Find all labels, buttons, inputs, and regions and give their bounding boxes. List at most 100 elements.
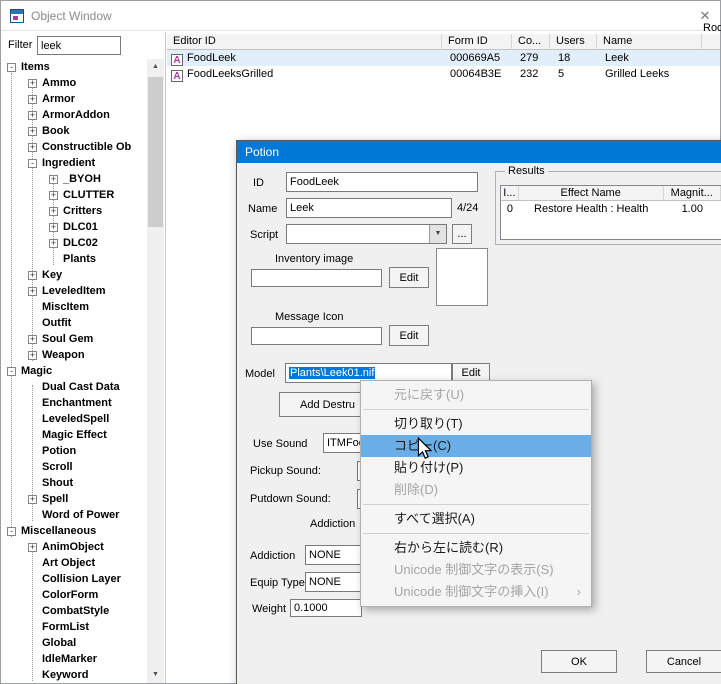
expand-icon[interactable]: + (28, 334, 37, 344)
ok-button[interactable]: OK (541, 650, 617, 673)
tree-item-ingredient[interactable]: - Ingredient (1, 155, 147, 171)
tree-item-word-of-power[interactable]: Word of Power (1, 507, 147, 523)
expand-icon[interactable]: + (28, 126, 37, 136)
tree-item-clutter[interactable]: + CLUTTER (1, 187, 147, 203)
table-row-foodleeksgrilled[interactable]: A FoodLeeksGrilled 00064B3E 232 5 Grilled Lee… (167, 66, 720, 82)
column-header-form-id[interactable]: Form ID (442, 34, 512, 50)
tree-item-items[interactable]: - Items (1, 59, 147, 75)
expand-icon[interactable]: + (49, 190, 58, 200)
expand-icon[interactable]: + (28, 270, 37, 280)
tree-item-book[interactable]: + Book (1, 123, 147, 139)
potion-dialog-titlebar[interactable]: Potion (237, 141, 721, 163)
expand-icon[interactable]: + (28, 542, 37, 552)
tree-item-dlc01[interactable]: + DLC01 (1, 219, 147, 235)
results-column-2[interactable]: Magnit... (664, 186, 721, 200)
message-icon-input[interactable] (251, 327, 382, 345)
tree-item-magic[interactable]: - Magic (1, 363, 147, 379)
tree-item-armoraddon[interactable]: + ArmorAddon (1, 107, 147, 123)
inventory-image-input[interactable] (251, 269, 382, 287)
tree-item-global[interactable]: Global (1, 635, 147, 651)
collapse-icon[interactable]: - (7, 62, 16, 72)
tree-item-soul-gem[interactable]: + Soul Gem (1, 331, 147, 347)
cell-users: 5 (558, 68, 565, 80)
scrollbar-down-icon[interactable]: ▼ (147, 667, 164, 683)
expand-icon[interactable]: + (28, 142, 37, 152)
expand-icon[interactable]: + (49, 206, 58, 216)
menu-item-copy[interactable]: コピー(C) (361, 435, 591, 457)
name-input[interactable] (286, 198, 452, 218)
tree-item-constructible-ob[interactable]: + Constructible Ob (1, 139, 147, 155)
script-dropdown[interactable]: ▼ (286, 224, 447, 244)
message-icon-label: Message Icon (275, 311, 344, 323)
tree-item-shout[interactable]: Shout (1, 475, 147, 491)
column-header-co[interactable]: Co... (512, 34, 550, 50)
tree-item-label: Shout (42, 477, 74, 490)
scrollbar-up-icon[interactable]: ▲ (147, 59, 164, 75)
tree-item-miscellaneous[interactable]: - Miscellaneous (1, 523, 147, 539)
expand-icon[interactable]: + (28, 494, 37, 504)
expand-icon[interactable]: + (28, 94, 37, 104)
tree-item-scroll[interactable]: Scroll (1, 459, 147, 475)
weight-input[interactable] (290, 599, 362, 617)
collapse-icon[interactable]: - (7, 526, 16, 536)
tree-item-potion[interactable]: Potion (1, 443, 147, 459)
chevron-down-icon[interactable]: ▼ (429, 225, 446, 243)
tree-item-miscitem[interactable]: MiscItem (1, 299, 147, 315)
tree-item-armor[interactable]: + Armor (1, 91, 147, 107)
expand-icon[interactable]: + (49, 174, 58, 184)
tree-item-collision-layer[interactable]: Collision Layer (1, 571, 147, 587)
results-column-0[interactable]: I... (501, 186, 519, 200)
tree-item-critters[interactable]: + Critters (1, 203, 147, 219)
inventory-image-edit-button[interactable]: Edit (389, 267, 429, 288)
tree-item-spell[interactable]: + Spell (1, 491, 147, 507)
menu-item-select-all[interactable]: すべて選択(A) (361, 508, 591, 530)
column-header-name[interactable]: Name (597, 34, 702, 50)
menu-item-right-to-left-reading-order[interactable]: 右から左に読む(R) (361, 537, 591, 559)
tree-item-ammo[interactable]: + Ammo (1, 75, 147, 91)
script-browse-button[interactable]: ... (452, 224, 472, 244)
object-window-titlebar[interactable]: Object Window ✕ (1, 1, 720, 31)
id-input[interactable] (286, 172, 478, 192)
expand-icon[interactable]: + (28, 110, 37, 120)
menu-item-paste[interactable]: 貼り付け(P) (361, 457, 591, 479)
results-row[interactable]: 0 Restore Health : Health 1.00 (501, 201, 721, 217)
expand-icon[interactable]: + (28, 350, 37, 360)
tree-item-leveleditem[interactable]: + LeveledItem (1, 283, 147, 299)
message-icon-edit-button[interactable]: Edit (389, 325, 429, 346)
filter-input[interactable] (37, 36, 121, 55)
expand-icon[interactable]: + (49, 238, 58, 248)
collapse-icon[interactable]: - (7, 366, 16, 376)
menu-item-cut[interactable]: 切り取り(T) (361, 413, 591, 435)
column-header-users[interactable]: Users (550, 34, 597, 50)
tree-item-dlc02[interactable]: + DLC02 (1, 235, 147, 251)
column-header-editor-id[interactable]: Editor ID (167, 34, 442, 50)
tree-item-combatstyle[interactable]: CombatStyle (1, 603, 147, 619)
tree-scrollbar[interactable]: ▲ ▼ (147, 59, 164, 683)
tree-item-formlist[interactable]: FormList (1, 619, 147, 635)
tree-item-art-object[interactable]: Art Object (1, 555, 147, 571)
tree-item-leveledspell[interactable]: LeveledSpell (1, 411, 147, 427)
tree-item-plants[interactable]: Plants (1, 251, 147, 267)
tree-item-key[interactable]: + Key (1, 267, 147, 283)
expand-icon[interactable]: + (28, 78, 37, 88)
results-group: Results I... Effect Name Magnit... 0 Restor… (495, 165, 721, 245)
tree-item-byoh[interactable]: + _BYOH (1, 171, 147, 187)
collapse-icon[interactable]: - (28, 158, 37, 168)
tree-item-animobject[interactable]: + AnimObject (1, 539, 147, 555)
tree-item-colorform[interactable]: ColorForm (1, 587, 147, 603)
tree-item-keyword[interactable]: Keyword (1, 667, 147, 683)
expand-icon[interactable]: + (28, 286, 37, 296)
tree-item-magic-effect[interactable]: Magic Effect (1, 427, 147, 443)
table-row-foodleek[interactable]: A FoodLeek 000669A5 279 18 Leek (167, 50, 720, 66)
tree-item-idlemarker[interactable]: IdleMarker (1, 651, 147, 667)
results-list: I... Effect Name Magnit... 0 Restore Health… (500, 185, 721, 240)
cancel-button[interactable]: Cancel (646, 650, 721, 673)
scrollbar-thumb[interactable] (148, 77, 163, 227)
tree-item-dual-cast-data[interactable]: Dual Cast Data (1, 379, 147, 395)
expand-icon[interactable]: + (49, 222, 58, 232)
panel-splitter[interactable] (165, 32, 166, 683)
results-column-1[interactable]: Effect Name (519, 186, 664, 200)
tree-item-weapon[interactable]: + Weapon (1, 347, 147, 363)
tree-item-enchantment[interactable]: Enchantment (1, 395, 147, 411)
tree-item-outfit[interactable]: Outfit (1, 315, 147, 331)
